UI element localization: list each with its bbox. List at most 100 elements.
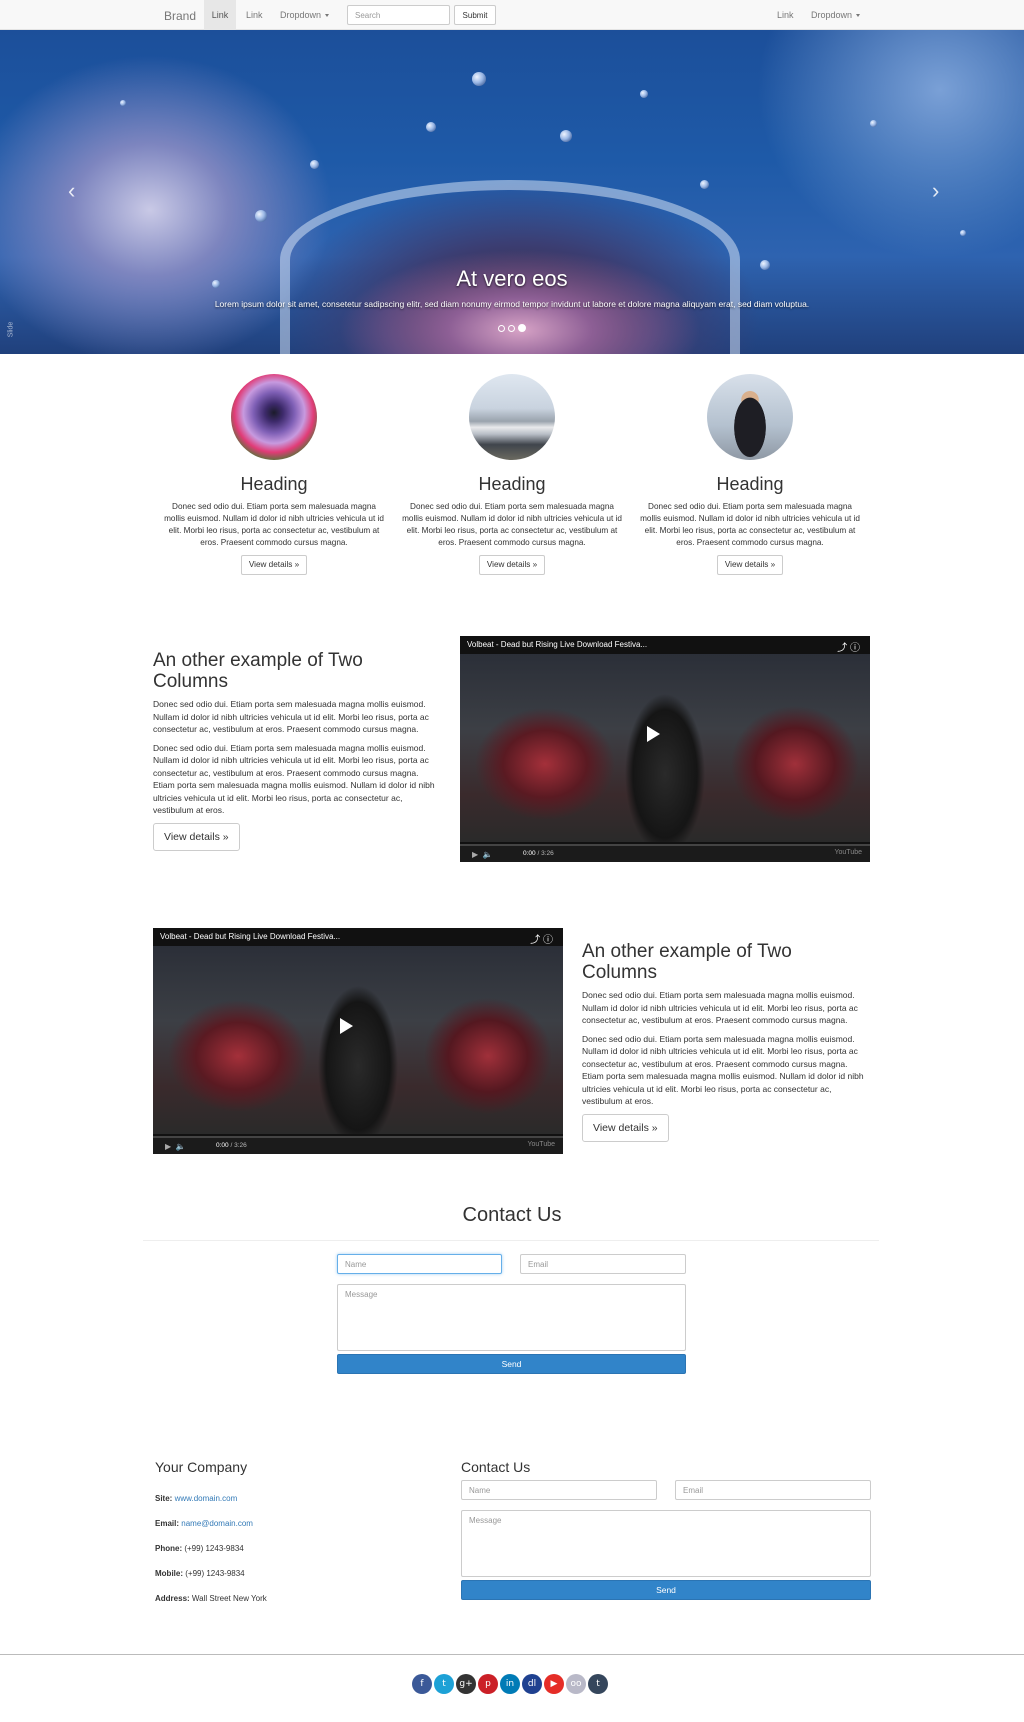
carousel-next-control[interactable]: › bbox=[932, 178, 939, 204]
mobile-value: (+99) 1243-9834 bbox=[185, 1569, 245, 1578]
youtube-logo[interactable]: YouTube bbox=[834, 849, 862, 856]
carousel-side-label: Slide bbox=[7, 321, 15, 338]
video-time: 0:00 / 3:26 bbox=[523, 850, 554, 857]
facebook-icon[interactable]: f bbox=[412, 1674, 432, 1694]
tumblr-icon[interactable]: t bbox=[588, 1674, 608, 1694]
name-field[interactable] bbox=[337, 1254, 502, 1274]
featurette-paragraph: Donec sed odio dui. Etiam porta sem male… bbox=[582, 1033, 864, 1107]
featurette-paragraph: Donec sed odio dui. Etiam porta sem male… bbox=[582, 990, 858, 1025]
footer-send-button[interactable]: Send bbox=[461, 1580, 871, 1600]
marketing-column: Heading Donec sed odio dui. Etiam porta … bbox=[164, 374, 384, 575]
youtube-logo[interactable]: YouTube bbox=[527, 1141, 555, 1148]
view-details-button[interactable]: View details » bbox=[716, 555, 784, 575]
address-value: Wall Street New York bbox=[191, 1594, 267, 1603]
mobile-line: Mobile: (+99) 1243-9834 bbox=[155, 1569, 245, 1578]
youtube-icon[interactable]: ▶ bbox=[544, 1674, 564, 1694]
site-link[interactable]: www.domain.com bbox=[175, 1494, 238, 1503]
water-drop bbox=[310, 160, 319, 169]
video-time: 0:00 / 3:26 bbox=[216, 1142, 247, 1149]
chevron-left-icon: ‹ bbox=[68, 178, 76, 203]
video-time-total: / 3:26 bbox=[537, 850, 554, 857]
carousel-prev-control[interactable]: ‹ bbox=[68, 178, 75, 204]
marketing-column: Heading Donec sed odio dui. Etiam porta … bbox=[402, 374, 622, 575]
search-input[interactable] bbox=[347, 5, 450, 25]
navbar-container: Brand Link Link Dropdown Submit Link Dro… bbox=[154, 0, 870, 30]
footer-divider bbox=[0, 1654, 1024, 1655]
submit-button[interactable]: Submit bbox=[454, 5, 496, 25]
caret-down-icon bbox=[325, 14, 330, 18]
video-title[interactable]: Volbeat - Dead but Rising Live Download … bbox=[160, 932, 340, 941]
column-heading: Heading bbox=[240, 474, 308, 494]
footer-name-field[interactable] bbox=[461, 1480, 657, 1500]
carousel-indicator[interactable] bbox=[498, 325, 505, 332]
phone-value: (+99) 1243-9834 bbox=[184, 1544, 244, 1553]
carousel-indicator[interactable] bbox=[508, 325, 515, 332]
carousel-indicator-active[interactable] bbox=[518, 324, 526, 332]
footer-contact-title: Contact Us bbox=[461, 1459, 531, 1475]
view-details-button[interactable]: View details » bbox=[240, 555, 308, 575]
view-details-button[interactable]: View details » bbox=[582, 1113, 669, 1142]
video-time-total: / 3:26 bbox=[230, 1142, 247, 1149]
view-details-button[interactable]: View details » bbox=[478, 555, 546, 575]
play-icon[interactable] bbox=[340, 1018, 353, 1034]
send-button[interactable]: Send bbox=[337, 1354, 686, 1374]
video-time-current: 0:00 bbox=[523, 850, 536, 857]
chevron-right-icon: › bbox=[932, 178, 940, 203]
featurette-heading: An other example of Two Columns bbox=[582, 941, 792, 983]
nav-link-active[interactable]: Link bbox=[204, 0, 236, 30]
video-player[interactable]: Volbeat - Dead but Rising Live Download … bbox=[460, 636, 870, 862]
featurette-text: An other example of Two Columns Donec se… bbox=[582, 941, 868, 1142]
video-progress-bar[interactable] bbox=[153, 1136, 563, 1138]
business-people-photo bbox=[707, 374, 793, 460]
share-info-icons[interactable]: ⤴ ⓘ bbox=[837, 639, 860, 654]
water-drop bbox=[960, 230, 966, 236]
footer-message-field[interactable] bbox=[461, 1510, 871, 1577]
featurette-heading: An other example of Two Columns bbox=[153, 650, 363, 692]
social-icons: f t g+ p in dl ▶ oo t bbox=[412, 1674, 612, 1694]
pinterest-icon[interactable]: p bbox=[478, 1674, 498, 1694]
contact-title: Contact Us bbox=[462, 1204, 562, 1226]
navbar: Brand Link Link Dropdown Submit Link Dro… bbox=[0, 0, 1024, 30]
video-player[interactable]: Volbeat - Dead but Rising Live Download … bbox=[153, 928, 563, 1154]
flickr-icon[interactable]: oo bbox=[566, 1674, 586, 1694]
video-progress-bar[interactable] bbox=[460, 844, 870, 846]
caret-down-icon bbox=[856, 14, 861, 18]
google-plus-icon[interactable]: g+ bbox=[456, 1674, 476, 1694]
nav-right-dropdown[interactable]: Dropdown bbox=[811, 0, 861, 30]
brand-link[interactable]: Brand bbox=[164, 9, 196, 23]
nav-dropdown[interactable]: Dropdown bbox=[280, 0, 330, 30]
water-drop bbox=[120, 100, 126, 106]
address-line: Address: Wall Street New York bbox=[155, 1594, 267, 1603]
delicious-icon[interactable]: dl bbox=[522, 1674, 542, 1694]
email-line: Email: name@domain.com bbox=[155, 1519, 253, 1528]
site-line: Site: www.domain.com bbox=[155, 1494, 237, 1503]
email-field[interactable] bbox=[520, 1254, 686, 1274]
linkedin-icon[interactable]: in bbox=[500, 1674, 520, 1694]
train-photo bbox=[469, 374, 555, 460]
play-volume-icons[interactable]: ▶ 🔈 bbox=[165, 1142, 186, 1151]
company-title: Your Company bbox=[155, 1459, 248, 1475]
message-field[interactable] bbox=[337, 1284, 686, 1351]
carousel-indicators bbox=[0, 324, 1024, 335]
column-text: Donec sed odio dui. Etiam porta sem male… bbox=[640, 502, 860, 547]
email-link[interactable]: name@domain.com bbox=[181, 1519, 253, 1528]
featurette-paragraph: Donec sed odio dui. Etiam porta sem male… bbox=[153, 699, 429, 734]
view-details-button[interactable]: View details » bbox=[153, 822, 240, 851]
play-icon[interactable] bbox=[647, 726, 660, 742]
water-drop bbox=[870, 120, 877, 127]
featurette-text: An other example of Two Columns Donec se… bbox=[153, 650, 439, 851]
video-controls: ▶ 🔈 0:00 / 3:26 YouTube bbox=[460, 844, 870, 862]
nav-link[interactable]: Link bbox=[246, 0, 263, 30]
share-info-icons[interactable]: ⤴ ⓘ bbox=[530, 931, 553, 946]
video-frame bbox=[460, 654, 870, 842]
twitter-icon[interactable]: t bbox=[434, 1674, 454, 1694]
video-title[interactable]: Volbeat - Dead but Rising Live Download … bbox=[467, 640, 647, 649]
footer-email-field[interactable] bbox=[675, 1480, 871, 1500]
column-heading: Heading bbox=[478, 474, 546, 494]
carousel-title: At vero eos bbox=[456, 266, 568, 291]
column-text: Donec sed odio dui. Etiam porta sem male… bbox=[402, 502, 622, 547]
divider bbox=[143, 1240, 879, 1241]
play-volume-icons[interactable]: ▶ 🔈 bbox=[472, 850, 493, 859]
water-drop bbox=[700, 180, 709, 189]
nav-right-link[interactable]: Link bbox=[777, 0, 794, 30]
